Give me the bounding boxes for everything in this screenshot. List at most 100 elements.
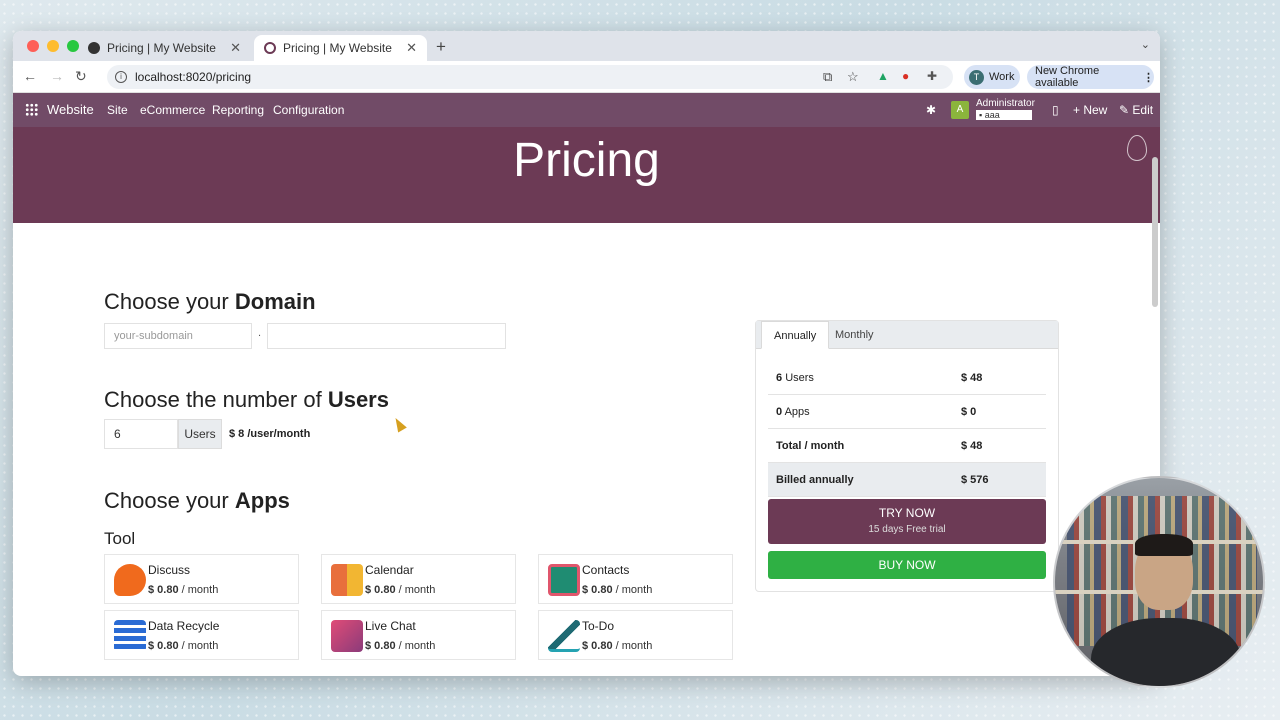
close-window-button[interactable] — [27, 40, 39, 52]
app-card-todo[interactable]: To-Do $ 0.80 / month — [538, 610, 733, 660]
back-arrow-icon[interactable]: ← — [23, 68, 37, 84]
trial-label: 15 days Free trial — [868, 524, 946, 535]
domain-heading-bold: Domain — [234, 289, 316, 314]
new-button[interactable]: + New — [1073, 103, 1107, 117]
users-input-group: 6 Users $ 8 /user/month — [104, 419, 310, 449]
drive-extension-icon[interactable]: ▲ — [877, 69, 889, 83]
app-price: $ 0.80 — [582, 640, 613, 652]
install-app-icon[interactable]: ⧉ — [823, 69, 832, 85]
menu-reporting[interactable]: Reporting — [212, 103, 264, 117]
browser-tab-1[interactable]: Pricing | My Website ✕ — [78, 35, 251, 61]
domain-input[interactable] — [267, 323, 506, 349]
menu-configuration[interactable]: Configuration — [273, 103, 344, 117]
reload-icon[interactable]: ↻ — [75, 68, 87, 85]
user-avatar: A — [951, 100, 969, 119]
debug-bug-icon[interactable]: ✱ — [926, 103, 936, 117]
bookmark-star-icon[interactable]: ☆ — [847, 69, 859, 85]
summary-row-apps: 0 Apps $ 0 — [768, 395, 1046, 429]
profile-chip[interactable]: T Work — [964, 65, 1020, 89]
app-name: Discuss — [148, 563, 191, 577]
tab-title: Pricing | My Website — [107, 41, 216, 55]
browser-toolbar: ← → ↻ i localhost:8020/pricing ⧉ ☆ ▲ ● ✚… — [13, 61, 1160, 93]
apps-heading-bold: Apps — [234, 488, 290, 513]
users-label: Users — [785, 372, 814, 384]
try-now-label: TRY NOW — [878, 506, 936, 520]
profile-label: Work — [989, 71, 1015, 83]
chrome-update-button[interactable]: New Chrome available ⋮ — [1027, 65, 1154, 89]
user-menu[interactable]: A Administrator ▪ aaa — [951, 99, 1035, 120]
db-name: aaa — [984, 110, 1000, 120]
app-card-data-recycle[interactable]: Data Recycle $ 0.80 / month — [104, 610, 299, 660]
edit-button[interactable]: ✎ Edit — [1119, 103, 1153, 117]
app-price: $ 0.80 — [365, 584, 396, 596]
users-addon-label: Users — [178, 419, 222, 449]
app-period: / month — [181, 640, 219, 652]
users-heading-bold: Users — [327, 387, 389, 412]
subdomain-input[interactable]: your-subdomain — [104, 323, 252, 349]
app-name: Data Recycle — [148, 619, 220, 633]
app-card-live-chat[interactable]: Live Chat $ 0.80 / month — [321, 610, 516, 660]
opera-extension-icon[interactable]: ● — [902, 69, 909, 83]
app-period: / month — [615, 640, 653, 652]
app-period: / month — [398, 584, 436, 596]
summary-row-users: 6 Users $ 48 — [768, 361, 1046, 395]
droplet-icon — [1127, 135, 1147, 161]
app-card-contacts[interactable]: Contacts $ 0.80 / month — [538, 554, 733, 604]
menu-ecommerce[interactable]: eCommerce — [140, 103, 205, 117]
minimize-window-button[interactable] — [47, 40, 59, 52]
apps-grid-icon[interactable] — [25, 103, 38, 116]
browser-tab-2[interactable]: Pricing | My Website ✕ — [254, 35, 427, 61]
pricing-summary-card: Annually Monthly 6 Users $ 48 0 Apps $ 0… — [755, 320, 1059, 592]
update-label: New Chrome available — [1035, 65, 1100, 89]
app-price: $ 0.80 — [148, 584, 179, 596]
app-price: $ 0.80 — [582, 584, 613, 596]
app-period: / month — [181, 584, 219, 596]
app-brand[interactable]: Website — [47, 102, 94, 117]
chevron-down-icon[interactable]: ⌄ — [1141, 38, 1150, 51]
scrollbar[interactable] — [1152, 157, 1158, 307]
contacts-icon — [548, 564, 580, 596]
app-period: / month — [398, 640, 436, 652]
apps-label: Apps — [784, 406, 810, 418]
users-count-input[interactable]: 6 — [104, 419, 178, 449]
kebab-menu-icon[interactable]: ⋮ — [1143, 71, 1154, 84]
tab-monthly[interactable]: Monthly — [823, 321, 886, 349]
address-bar[interactable]: i localhost:8020/pricing ⧉ ☆ — [107, 65, 953, 89]
new-label: New — [1083, 103, 1108, 117]
total-value: $ 48 — [961, 440, 983, 452]
users-heading: Choose the number of Users — [104, 387, 389, 413]
summary-row-total: Total / month $ 48 — [768, 429, 1046, 463]
new-tab-icon[interactable]: + — [436, 37, 446, 57]
billing-tabs: Annually Monthly — [756, 321, 1058, 349]
app-card-discuss[interactable]: Discuss $ 0.80 / month — [104, 554, 299, 604]
menu-site[interactable]: Site — [107, 103, 128, 117]
app-name: Contacts — [582, 563, 630, 577]
discuss-icon — [114, 564, 146, 596]
apps-heading-prefix: Choose your — [104, 488, 229, 513]
forward-arrow-icon[interactable]: → — [50, 68, 64, 84]
summary-row-billed: Billed annually $ 576 — [768, 463, 1046, 497]
todo-icon — [548, 620, 580, 652]
app-price: $ 0.80 — [365, 640, 396, 652]
buy-now-button[interactable]: BUY NOW — [768, 551, 1046, 579]
site-info-icon[interactable]: i — [115, 71, 127, 83]
app-card-calendar[interactable]: Calendar $ 0.80 / month — [321, 554, 516, 604]
domain-dot: . — [258, 327, 262, 339]
extensions-puzzle-icon[interactable]: ✚ — [927, 69, 937, 83]
close-icon[interactable]: ✕ — [406, 40, 417, 56]
data-recycle-icon — [114, 620, 146, 652]
try-now-button[interactable]: TRY NOW 15 days Free trial — [768, 499, 1046, 544]
close-icon[interactable]: ✕ — [230, 40, 241, 56]
tab-annually[interactable]: Annually — [761, 321, 830, 349]
mobile-preview-icon[interactable]: ▯ — [1052, 103, 1059, 117]
app-name: Calendar — [365, 563, 414, 577]
users-heading-prefix: Choose the number of — [104, 387, 322, 412]
subdomain-placeholder: your-subdomain — [114, 330, 193, 342]
domain-heading-prefix: Choose your — [104, 289, 229, 314]
app-name: Live Chat — [365, 619, 416, 633]
tab-strip: Pricing | My Website ✕ Pricing | My Webs… — [13, 31, 1160, 61]
mouse-cursor-icon — [391, 415, 407, 433]
db-badge: ▪ aaa — [976, 110, 1032, 120]
app-price: $ 0.80 — [148, 640, 179, 652]
page-title: Pricing — [513, 134, 660, 187]
